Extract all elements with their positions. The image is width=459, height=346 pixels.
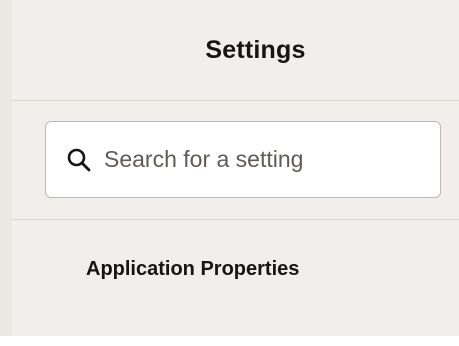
- settings-header: Settings: [12, 0, 459, 100]
- settings-item-label: Application Properties: [86, 257, 300, 280]
- search-icon: [67, 148, 91, 171]
- page-title: Settings: [205, 35, 306, 64]
- search-box[interactable]: [45, 121, 441, 198]
- panel-left-edge: [0, 0, 12, 346]
- settings-item-application-properties[interactable]: Application Properties: [86, 251, 299, 287]
- search-input[interactable]: [104, 146, 404, 173]
- panel-bottom-edge: [0, 336, 459, 346]
- header-divider: [12, 100, 459, 101]
- search-divider: [12, 219, 459, 220]
- settings-panel: Settings Application Properties: [0, 0, 459, 346]
